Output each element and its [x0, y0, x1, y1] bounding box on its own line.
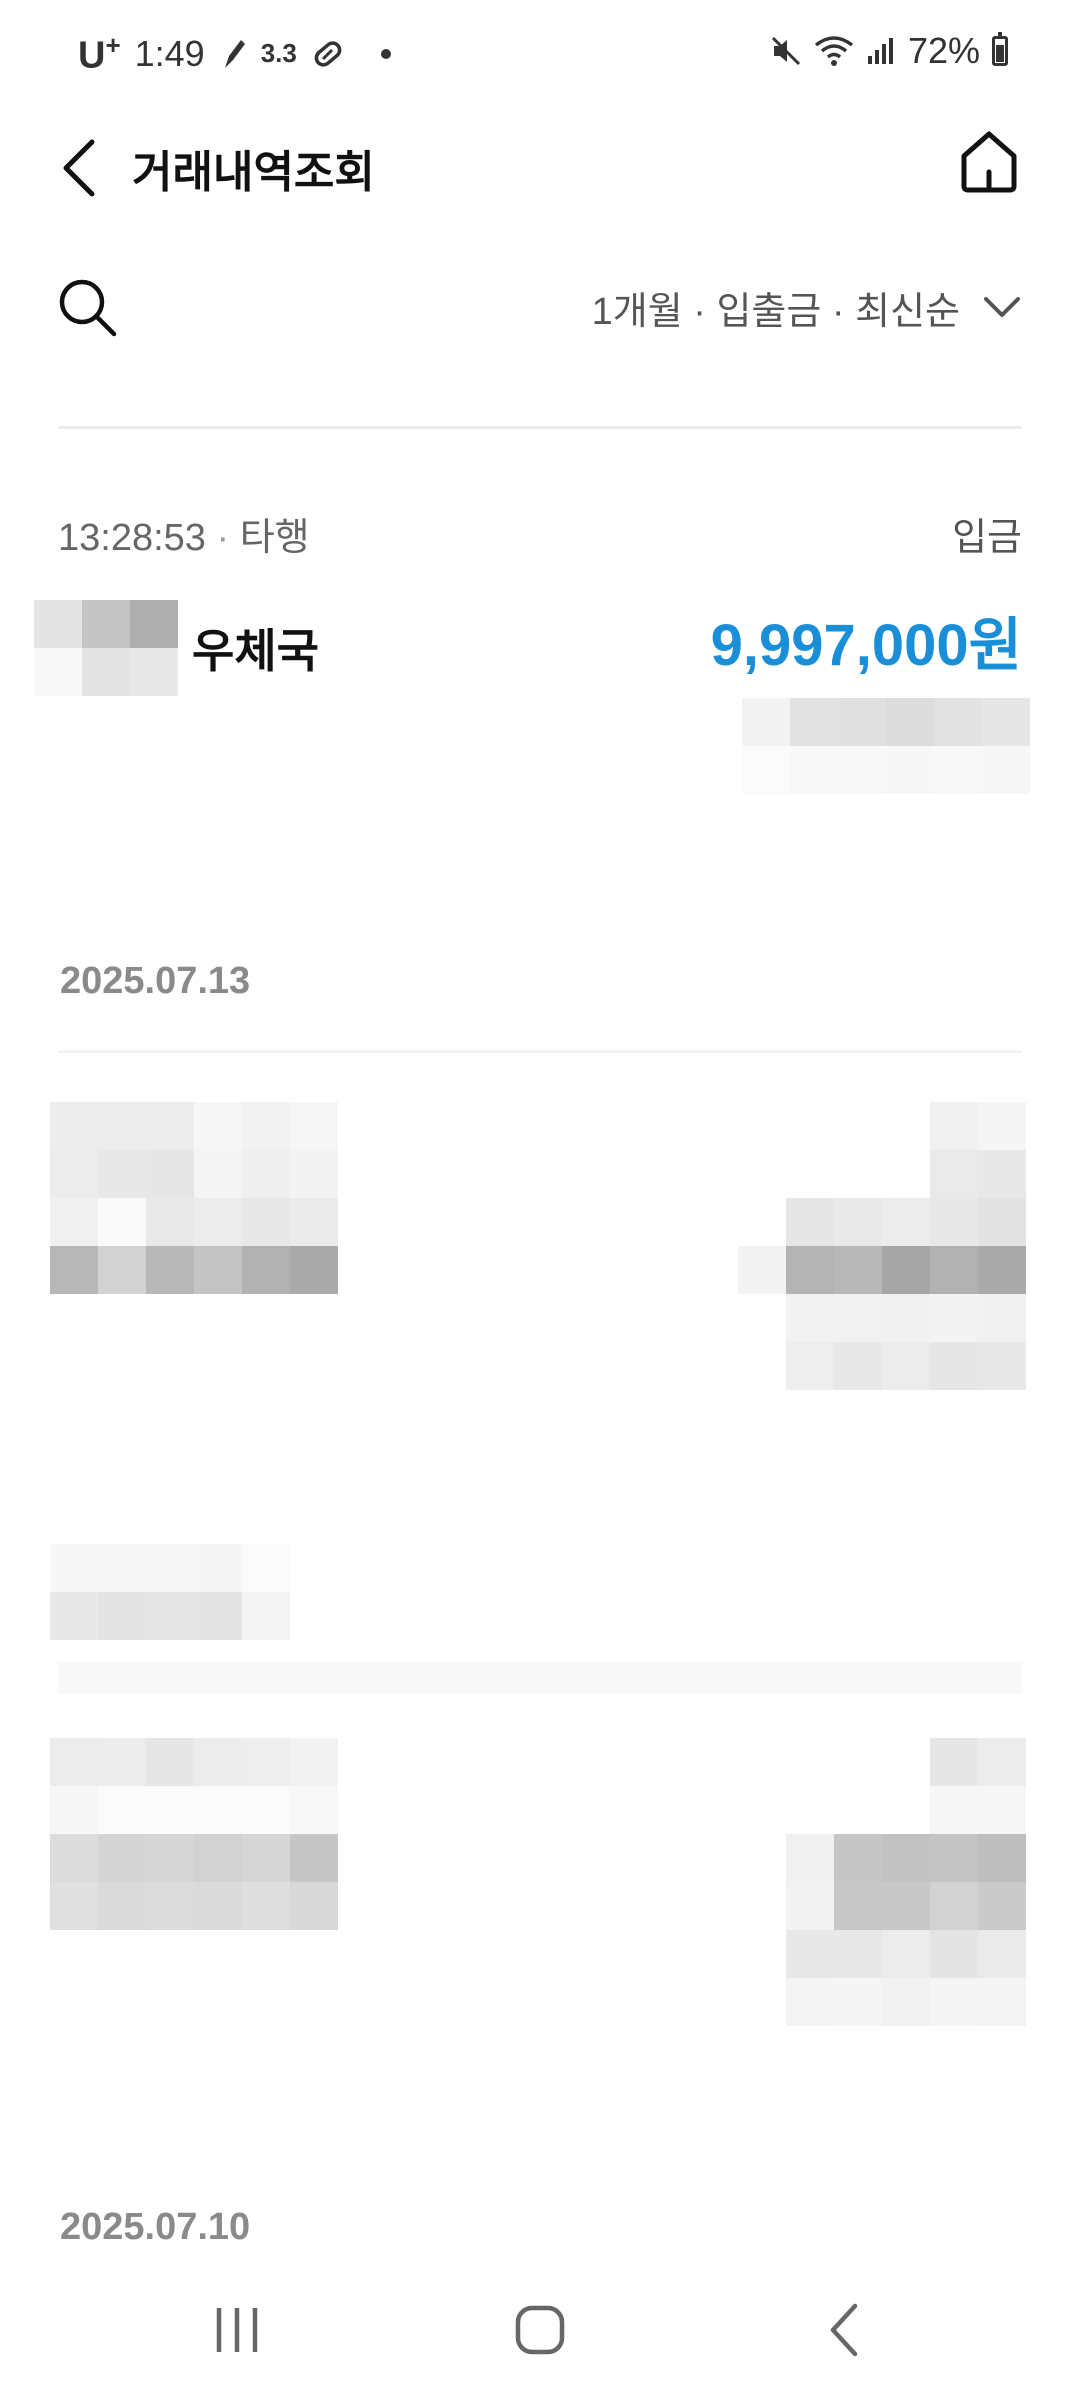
- transaction-bank-type: 타행: [239, 517, 310, 559]
- search-icon: [59, 279, 117, 337]
- redacted-left: [50, 1102, 338, 1294]
- date-header: 2025.07.10: [60, 2206, 251, 2248]
- nav-home-button[interactable]: [495, 2290, 585, 2370]
- chevron-left-icon: [63, 139, 95, 197]
- battery-level: 72%: [907, 30, 980, 71]
- search-button[interactable]: [56, 276, 120, 340]
- system-nav-bar: [0, 2270, 1080, 2400]
- nav-home-icon: [515, 2305, 565, 2355]
- transaction-type: 입금: [952, 517, 1022, 559]
- filter-row: 1개월 · 입출금 · 최신순: [0, 262, 1080, 352]
- divider: [58, 1662, 1022, 1694]
- battery-icon: [992, 32, 1008, 66]
- transaction-time: 13:28:53: [58, 517, 206, 559]
- home-button[interactable]: [954, 126, 1024, 196]
- redacted-date-header: [50, 1544, 290, 1640]
- wifi-icon: [814, 36, 854, 66]
- back-button[interactable]: [56, 128, 116, 200]
- status-bar-right: 72%: [770, 30, 1008, 72]
- app-header: 거래내역조회: [0, 108, 1080, 218]
- divider: [58, 426, 1022, 429]
- redacted-right: [738, 1102, 1026, 1390]
- redacted-name: [34, 600, 178, 696]
- redacted-balance: [742, 698, 1030, 794]
- meta-separator: ·: [205, 517, 240, 559]
- notification-dot: [380, 48, 391, 59]
- transaction-name-row: 우체국: [34, 600, 319, 696]
- page-title: 거래내역조회: [132, 148, 375, 197]
- carrier-label: U+: [78, 30, 121, 77]
- status-bar-left: U+ 1:49 3.3: [78, 30, 391, 78]
- divider: [58, 1050, 1022, 1053]
- network-speed: 3.3: [260, 38, 297, 69]
- chevron-down-icon: [984, 296, 1020, 317]
- redacted-right: [738, 1738, 1026, 2026]
- recent-apps-button[interactable]: [192, 2290, 282, 2370]
- pencil-icon: [224, 39, 245, 68]
- nav-back-button[interactable]: [800, 2290, 890, 2370]
- home-icon: [961, 131, 1017, 193]
- nav-back-icon: [830, 2303, 858, 2357]
- filter-summary-label: 1개월 · 입출금 · 최신순: [591, 291, 960, 333]
- clock: 1:49: [134, 32, 205, 74]
- mute-icon: [771, 36, 800, 66]
- transaction-name: 우체국: [192, 625, 319, 677]
- pill-icon: [314, 41, 342, 67]
- filter-dropdown[interactable]: 1개월 · 입출금 · 최신순: [592, 280, 1022, 335]
- transaction-meta: 13:28:53 · 타행: [58, 506, 310, 561]
- redacted-left: [50, 1738, 338, 1930]
- recent-apps-icon: [216, 2308, 258, 2352]
- date-header: 2025.07.13: [60, 960, 251, 1002]
- signal-icon: [867, 38, 893, 64]
- transaction-amount: 9,997,000원: [710, 613, 1022, 678]
- status-bar: U+ 1:49 3.3 72%: [0, 0, 1080, 108]
